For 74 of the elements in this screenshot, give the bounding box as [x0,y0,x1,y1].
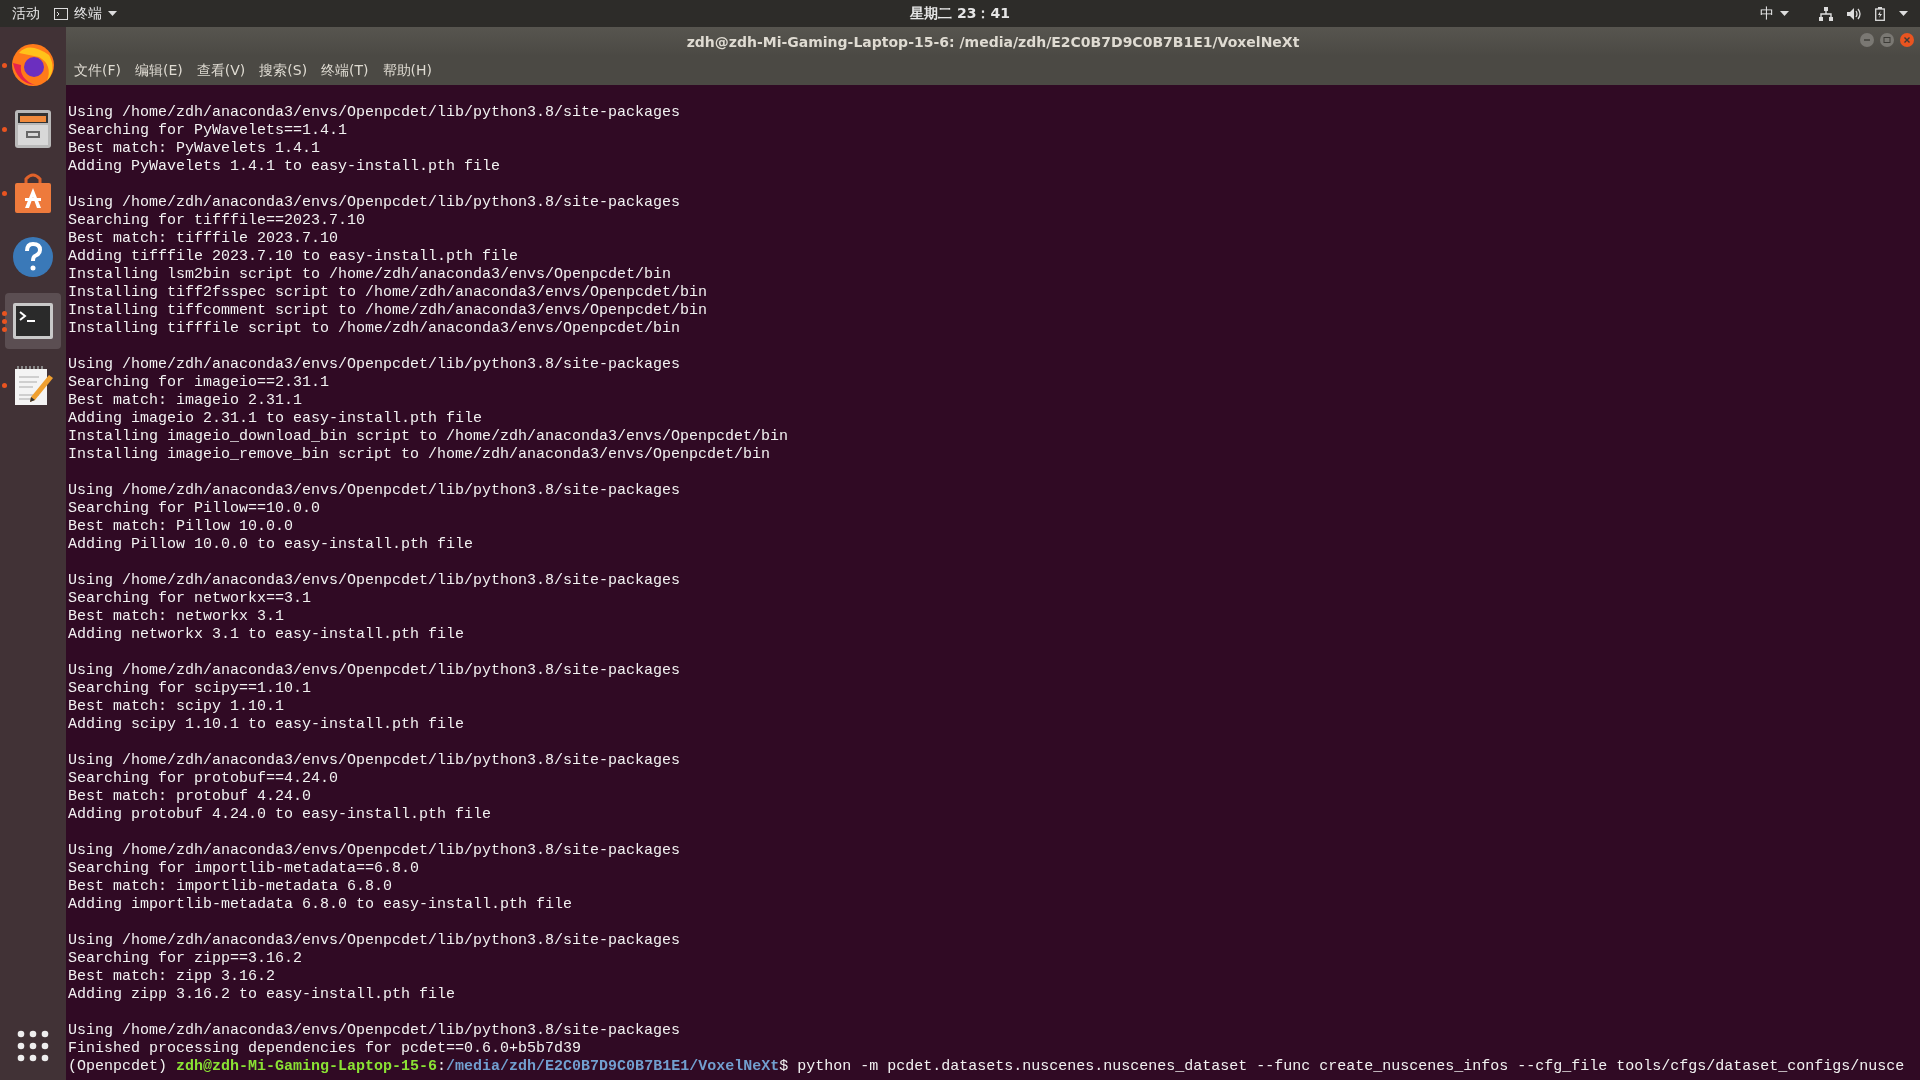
env-name: (Openpcdet) [68,1058,169,1075]
output-line: Best match: protobuf 4.24.0 [68,788,313,806]
output-line: Using /home/zdh/anaconda3/envs/Openpcdet/lib/python3.8/site-packages [68,752,682,770]
output-line: Best match: imageio 2.31.1 [68,392,304,410]
maximize-button[interactable] [1880,33,1894,47]
output-line: Using /home/zdh/anaconda3/envs/Openpcdet/lib/python3.8/site-packages [68,842,682,860]
output-line: Using /home/zdh/anaconda3/envs/Openpcdet/lib/python3.8/site-packages [68,104,682,122]
prompt-symbol: $ [779,1058,789,1075]
menu-item[interactable]: 查看(V) [194,59,248,82]
network-icon [1819,6,1833,21]
firefox-icon [9,41,57,89]
close-button[interactable] [1900,33,1914,47]
battery-icon [1875,6,1885,21]
output-line: Using /home/zdh/anaconda3/envs/Openpcdet/lib/python3.8/site-packages [68,194,682,212]
menu-item[interactable]: 编辑(E) [133,59,185,82]
caret-icon [1780,11,1789,16]
output-line: Installing tiff2fsspec script to /home/zdh/anaconda3/envs/Openpcdet/bin [68,284,709,302]
menu-item[interactable]: 搜索(S) [257,59,310,82]
output-line: Using /home/zdh/anaconda3/envs/Openpcdet/lib/python3.8/site-packages [68,356,682,374]
output-line: Using /home/zdh/anaconda3/envs/Openpcdet/lib/python3.8/site-packages [68,1022,682,1040]
output-line: Searching for scipy==1.10.1 [68,680,313,698]
caret-icon [1899,11,1908,16]
app-grid-icon[interactable] [17,1030,49,1062]
caret-icon [108,11,117,16]
output-line: Best match: PyWavelets 1.4.1 [68,140,322,158]
dock-item[interactable] [5,293,61,349]
output-line: Installing imageio_remove_bin script to /home/zdh/anaconda3/envs/Openpcdet/bin [68,446,772,464]
output-line: Finished processing dependencies for pcdet==0.6.0+b5b7d39 [68,1040,583,1058]
output-line: Adding networkx 3.1 to easy-install.pth file [68,626,466,644]
output-line: Best match: Pillow 10.0.0 [68,518,295,536]
system-menu[interactable] [1819,6,1908,21]
current-path: /media/zdh/E2C0B7D9C0B7B1E1/VoxelNeXt [446,1058,780,1075]
output-line: Searching for protobuf==4.24.0 [68,770,340,788]
menu-item[interactable]: 文件(F) [72,59,123,82]
output-line: Adding scipy 1.10.1 to easy-install.pth file [68,716,466,734]
volume-icon [1847,6,1861,21]
output-line: Installing lsm2bin script to /home/zdh/anaconda3/envs/Openpcdet/bin [68,266,673,284]
output-line: Searching for imageio==2.31.1 [68,374,331,392]
clock[interactable]: 星期二 23：41 [910,4,1010,23]
prompt-separator: : [437,1058,447,1075]
activities-button[interactable]: 活动 [12,4,40,23]
output-line: Installing tifffile script to /home/zdh/anaconda3/envs/Openpcdet/bin [68,320,682,338]
output-line: Adding Pillow 10.0.0 to easy-install.pth file [68,536,475,554]
output-line: Adding importlib-metadata 6.8.0 to easy-install.pth file [68,896,574,914]
output-line: Best match: networkx 3.1 [68,608,286,626]
output-line: Adding tifffile 2023.7.10 to easy-install.pth file [68,248,520,266]
output-line: Installing imageio_download_bin script to /home/zdh/anaconda3/envs/Openpcdet/bin [68,428,790,446]
app-menu[interactable]: 终端 [54,4,117,23]
menu-item[interactable]: 终端(T) [319,59,371,82]
output-line: Searching for Pillow==10.0.0 [68,500,322,518]
output-line: Adding zipp 3.16.2 to easy-install.pth file [68,986,457,1004]
window-title: zdh@zdh-Mi-Gaming-Laptop-15-6: /media/zdh/E2C0B7D9C0B7B1E1/VoxelNeXt [686,33,1300,50]
command-text: python -m pcdet.datasets.nuscenes.nuscenes_dataset --func create_nuscenes_infos --cfg_file tools/cfgs/dataset_configs/nusce [796,1058,1905,1075]
terminal-icon [54,7,68,20]
output-line: Searching for networkx==3.1 [68,590,313,608]
output-line: Searching for zipp==3.16.2 [68,950,304,968]
user-host: zdh@zdh-Mi-Gaming-Laptop-15-6 [176,1058,438,1075]
output-line: Best match: scipy 1.10.1 [68,698,286,716]
output-line: Using /home/zdh/anaconda3/envs/Openpcdet/lib/python3.8/site-packages [68,662,682,680]
input-method-menu[interactable]: 中 [1760,4,1789,23]
output-line: Using /home/zdh/anaconda3/envs/Openpcdet/lib/python3.8/site-packages [68,932,682,950]
output-line: Searching for tifffile==2023.7.10 [68,212,367,230]
menu-item[interactable]: 帮助(H) [380,59,435,82]
output-line: Adding PyWavelets 1.4.1 to easy-install.pth file [68,158,502,176]
output-line: Using /home/zdh/anaconda3/envs/Openpcdet/lib/python3.8/site-packages [68,482,682,500]
output-line: Searching for importlib-metadata==6.8.0 [68,860,421,878]
output-line: Installing tiffcomment script to /home/zdh/anaconda3/envs/Openpcdet/bin [68,302,709,320]
output-line: Using /home/zdh/anaconda3/envs/Openpcdet/lib/python3.8/site-packages [68,572,682,590]
output-line: Searching for PyWavelets==1.4.1 [68,122,349,140]
output-line: Adding protobuf 4.24.0 to easy-install.pth file [68,806,493,824]
output-line: Best match: zipp 3.16.2 [68,968,277,986]
output-line: Best match: tifffile 2023.7.10 [68,230,340,248]
output-line: Best match: importlib-metadata 6.8.0 [68,878,394,896]
output-line: Adding imageio 2.31.1 to easy-install.pth file [68,410,484,428]
